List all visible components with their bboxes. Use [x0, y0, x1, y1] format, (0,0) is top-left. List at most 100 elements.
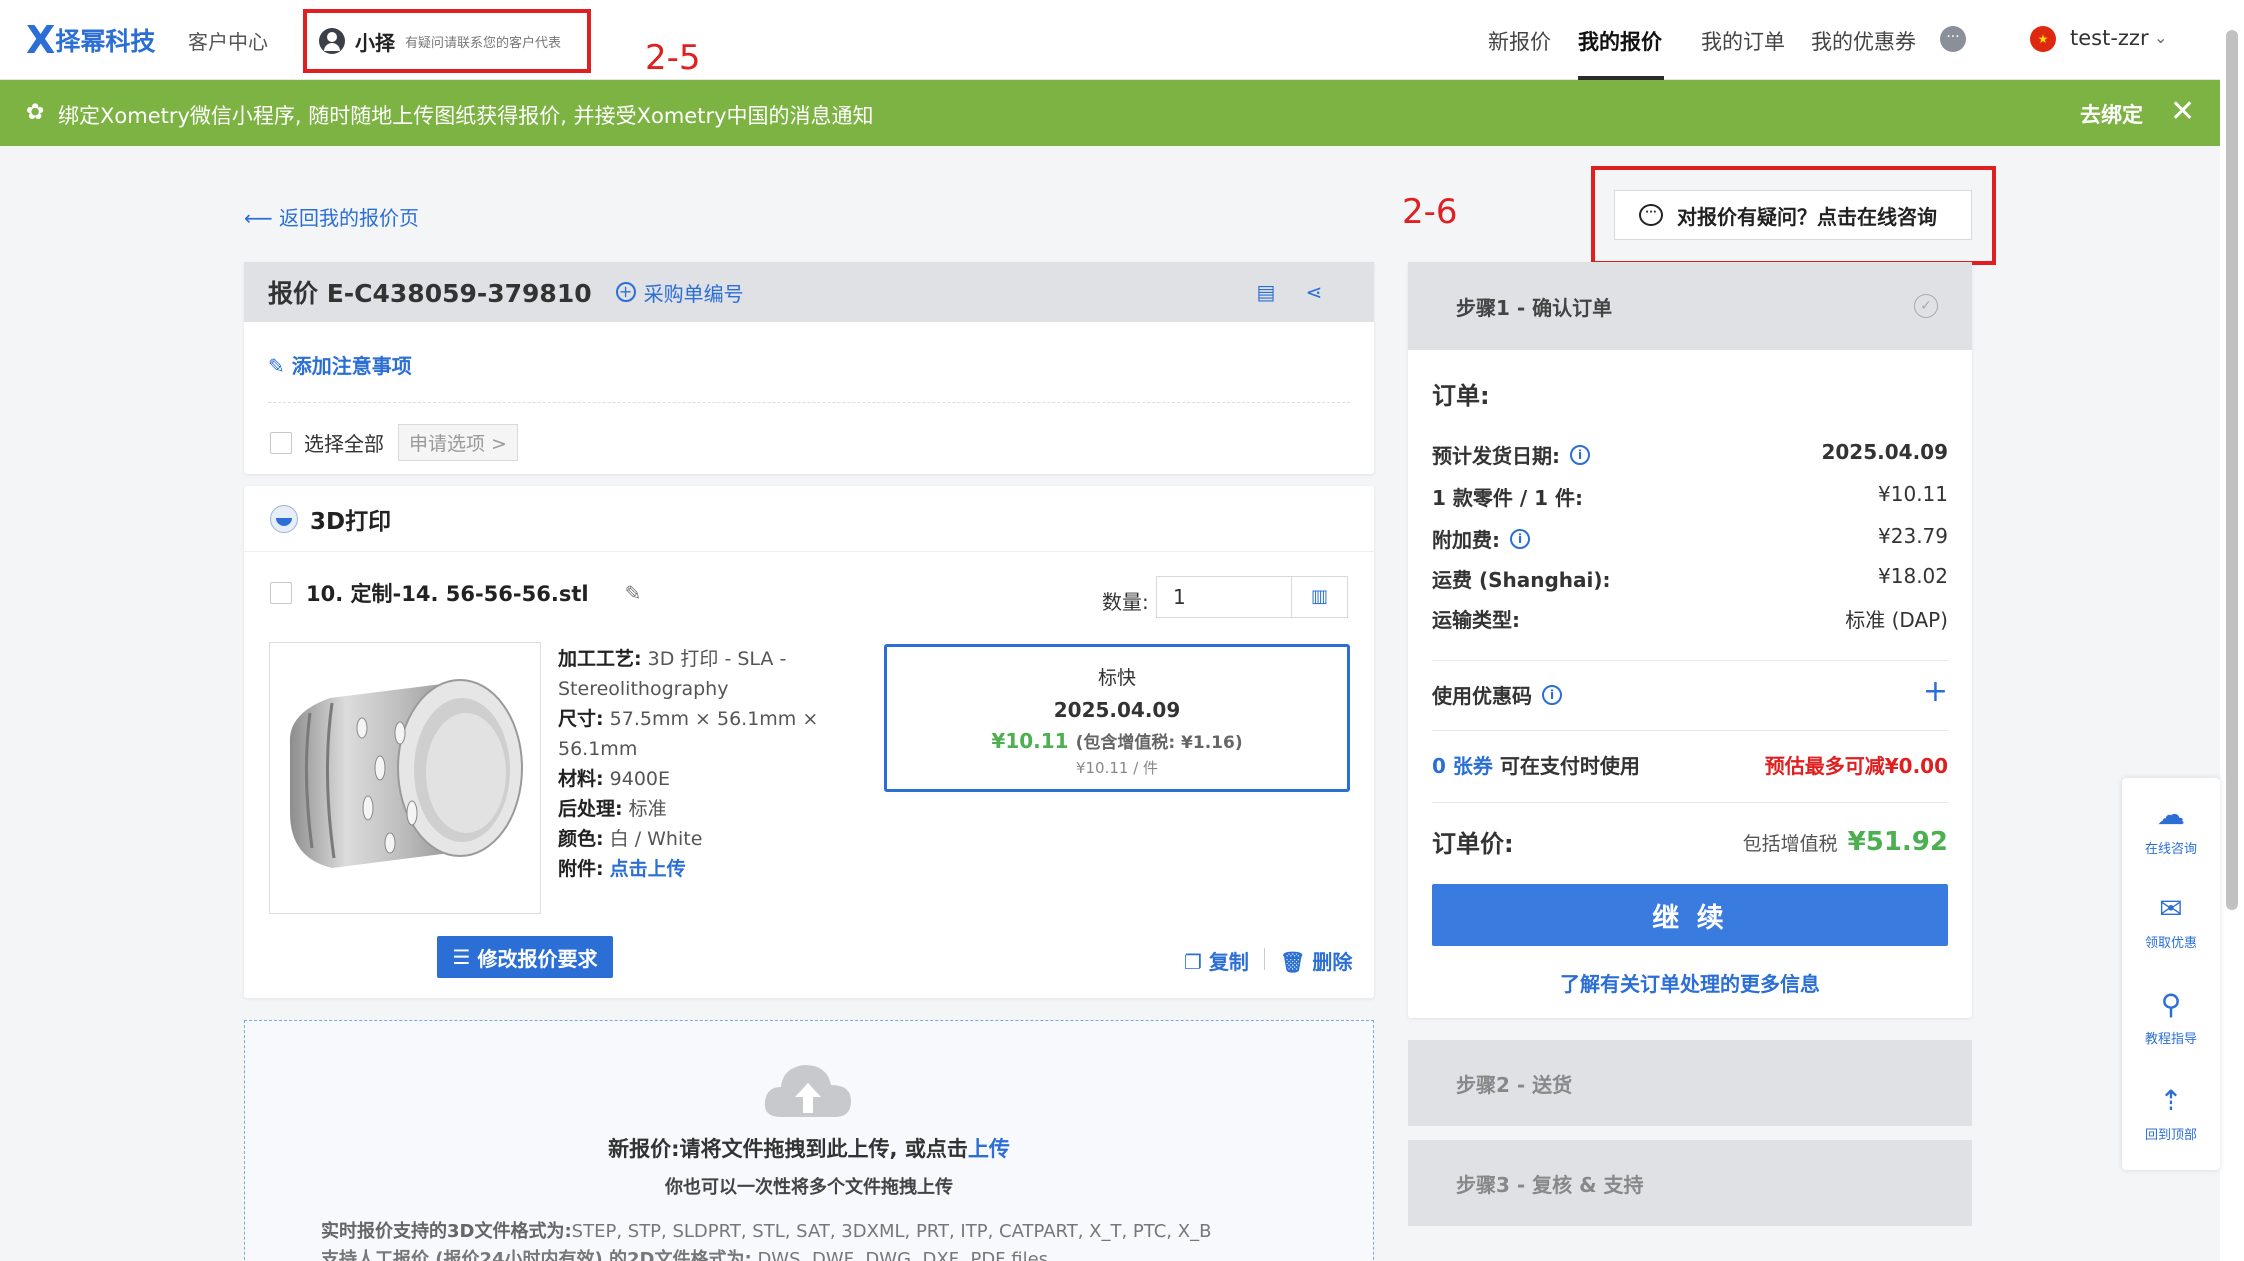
spec-material: 材料: 9400E: [558, 768, 671, 790]
nav-my-quotes[interactable]: 我的报价: [1578, 26, 1662, 56]
attachment-upload-link[interactable]: 点击上传: [610, 858, 686, 880]
quote-header-card: 报价 E-C438059-379810 + 采购单编号 ▤ ⋖ ✎ 添加注意事项…: [244, 262, 1374, 474]
modify-quote-button[interactable]: ☰ 修改报价要求: [437, 936, 613, 978]
nav-my-coupons[interactable]: 我的优惠券: [1811, 26, 1916, 56]
po-number-link[interactable]: + 采购单编号: [615, 278, 744, 307]
spec-color: 颜色: 白 / White: [558, 828, 703, 850]
pencil-icon[interactable]: ✎: [625, 581, 642, 605]
spec-attachment: 附件: 点击上传: [558, 858, 686, 880]
lead-date: 2025.04.09: [1053, 698, 1181, 722]
cloud-upload-icon: [764, 1065, 851, 1117]
info-icon[interactable]: i: [1570, 444, 1590, 465]
order-label: 订单:: [1432, 382, 1490, 410]
copy-icon: ❐: [1184, 950, 1209, 974]
nav-new-quote[interactable]: 新报价: [1488, 26, 1551, 56]
customer-center-label[interactable]: 客户中心: [188, 26, 268, 55]
quote-head: 报价 E-C438059-379810 + 采购单编号 ▤ ⋖: [244, 262, 1374, 322]
upload-main-text: 新报价:请将文件拖拽到此上传, 或点击上传: [608, 1137, 1010, 1161]
price-chart-icon[interactable]: ▥: [1292, 576, 1348, 618]
add-coupon-icon[interactable]: +: [1923, 677, 1948, 709]
po-label: 采购单编号: [643, 281, 744, 306]
float-online-consult[interactable]: ☁ 在线咨询: [2122, 798, 2220, 857]
file-row: 10. 定制-14. 56-56-56.stl ✎: [270, 578, 641, 608]
part-category: 3D打印: [310, 508, 392, 535]
shipping-row: 运费 (Shanghai): ¥18.02: [1432, 564, 1948, 592]
coupon-code-row: 使用优惠码 i +: [1432, 674, 1948, 709]
float-tutorial[interactable]: ⚲ 教程指导: [2122, 988, 2220, 1047]
delete-button[interactable]: 🗑︎ 删除: [1280, 946, 1352, 975]
ship-date-row: 预计发货日期: i 2025.04.09: [1432, 440, 1948, 468]
coupon-availability-row: 0 张券 可在支付时使用 预估最多可减¥0.00: [1432, 750, 1948, 779]
quantity-label: 数量:: [1102, 590, 1149, 614]
select-all-label: 选择全部: [304, 432, 384, 456]
total-row: 订单价: 包括增值税 ¥51.92: [1432, 826, 1948, 859]
annotation-2-6: 2-6: [1402, 192, 1458, 232]
back-link-label: 返回我的报价页: [279, 206, 420, 230]
part-category-header: 3D打印: [244, 486, 1374, 552]
chevron-down-icon[interactable]: ⌄: [2154, 28, 2167, 47]
3d-print-icon: [270, 504, 298, 533]
order-summary-panel: 步骤1 - 确认订单 ✓ 订单: 预计发货日期: i 2025.04.09 1 款…: [1408, 262, 1972, 1018]
apply-options-button[interactable]: 申请选项 >: [398, 424, 518, 461]
pdf-icon[interactable]: ▤: [1254, 280, 1278, 304]
add-note-link[interactable]: ✎ 添加注意事项: [268, 350, 412, 379]
coupon-count-link[interactable]: 0 张券: [1432, 750, 1493, 779]
bind-button[interactable]: 去绑定: [2080, 99, 2143, 129]
top-nav-bar: X 择幂科技 客户中心 小择 有疑问请联系您的客户代表 2-5 新报价 我的报价…: [0, 0, 2220, 80]
file-name: 10. 定制-14. 56-56-56.stl: [306, 582, 589, 606]
quantity-input[interactable]: 1: [1156, 576, 1292, 618]
wechat-banner: ✿ 绑定Xometry微信小程序, 随时随地上传图纸获得报价, 并接受Xomet…: [0, 80, 2220, 146]
chat-icon: ···: [1639, 204, 1663, 226]
divider: [1432, 802, 1948, 803]
logo-mark: X: [26, 18, 55, 62]
scrollbar-thumb[interactable]: [2226, 30, 2238, 910]
upload-sub-text: 你也可以一次性将多个文件拖拽上传: [665, 1177, 953, 1198]
float-get-coupon[interactable]: ✉ 领取优惠: [2122, 892, 2220, 951]
part-thumbnail[interactable]: [269, 642, 541, 914]
annotation-2-5: 2-5: [645, 38, 701, 78]
upload-formats-3d: 实时报价支持的3D文件格式为:STEP, STP, SLDPRT, STL, S…: [321, 1221, 1212, 1242]
part-specs: 加工工艺: 3D 打印 - SLA - Stereolithography 尺寸…: [558, 644, 878, 884]
brand-logo[interactable]: X 择幂科技: [26, 20, 155, 60]
lead-unit-price: ¥10.11 / 件: [1075, 759, 1159, 777]
upload-link[interactable]: 上传: [968, 1137, 1010, 1161]
message-icon[interactable]: ···: [1940, 26, 1966, 52]
upload-dropzone[interactable]: 新报价:请将文件拖拽到此上传, 或点击上传 你也可以一次性将多个文件拖拽上传 实…: [244, 1020, 1374, 1261]
step3-header[interactable]: 步骤3 - 复核 & 支持: [1408, 1140, 1972, 1226]
part-checkbox[interactable]: [270, 582, 292, 604]
china-flag-icon[interactable]: ★: [2030, 26, 2056, 52]
rep-hint: 有疑问请联系您的客户代表: [405, 35, 562, 51]
part-card: 3D打印 10. 定制-14. 56-56-56.stl ✎ 数量: 1 ▥ 加…: [244, 486, 1374, 998]
nav-my-orders[interactable]: 我的订单: [1701, 26, 1785, 56]
step1-header[interactable]: 步骤1 - 确认订单 ✓: [1408, 262, 1972, 350]
float-back-to-top[interactable]: ⇡ 回到顶部: [2122, 1084, 2220, 1143]
search-icon: ⚲: [2160, 988, 2182, 1021]
coupon-icon: ✉: [2159, 892, 2183, 925]
close-icon[interactable]: ✕: [2170, 94, 2195, 129]
consult-label: 对报价有疑问？点击在线咨询: [1677, 204, 1937, 229]
trash-icon: 🗑︎: [1280, 950, 1313, 974]
divider: [1432, 730, 1948, 731]
share-icon[interactable]: ⋖: [1302, 280, 1326, 304]
copy-button[interactable]: ❐ 复制: [1184, 946, 1249, 975]
rep-name: 小择: [355, 30, 395, 55]
sales-rep-highlight[interactable]: 小择 有疑问请联系您的客户代表: [303, 9, 591, 73]
select-all-checkbox[interactable]: [270, 431, 292, 454]
step2-header[interactable]: 步骤2 - 送货: [1408, 1040, 1972, 1126]
user-name[interactable]: test-zzr: [2070, 26, 2149, 50]
banner-text: 绑定Xometry微信小程序, 随时随地上传图纸获得报价, 并接受Xometry…: [58, 104, 874, 128]
logo-text: 择幂科技: [55, 27, 156, 56]
chat-icon: ☁: [2157, 798, 2185, 831]
add-note-label: 添加注意事项: [291, 354, 412, 378]
learn-more-link[interactable]: 了解有关订单处理的更多信息: [1408, 968, 1972, 997]
check-circle-icon: ✓: [1914, 294, 1938, 318]
info-icon[interactable]: i: [1542, 684, 1562, 705]
back-to-quotes-link[interactable]: ⟵ 返回我的报价页: [244, 202, 419, 231]
arrow-left-icon: ⟵: [244, 206, 280, 230]
spec-process: 加工工艺: 3D 打印 - SLA - Stereolithography: [558, 648, 787, 700]
continue-button[interactable]: 继 续: [1432, 884, 1948, 946]
lead-time-option[interactable]: 标快 2025.04.09 ¥10.11 (包含增值税: ¥1.16) ¥10.…: [884, 644, 1350, 792]
info-icon[interactable]: i: [1510, 528, 1530, 549]
online-consult-button[interactable]: ··· 对报价有疑问？点击在线咨询: [1614, 190, 1972, 240]
surcharge-row: 附加费: i ¥23.79: [1432, 524, 1948, 552]
